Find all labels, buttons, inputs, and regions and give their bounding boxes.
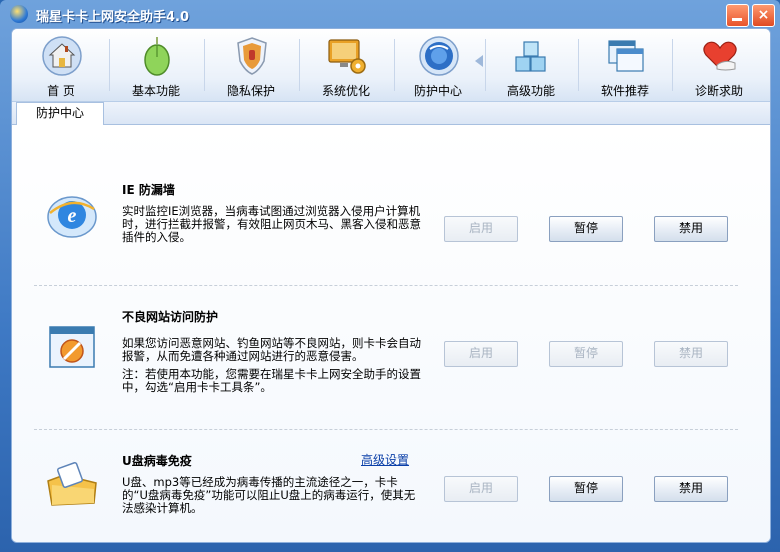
disable-button[interactable]: 禁用 (654, 216, 728, 242)
section-title: 不良网站访问防护 (122, 310, 219, 324)
toolbar-label: 首 页 (47, 84, 75, 98)
toolbar-label: 高级功能 (506, 84, 555, 98)
section-divider (34, 429, 738, 430)
mouse-icon (144, 37, 170, 76)
toolbar-item-privacy[interactable]: 隐私保护 (208, 33, 294, 99)
pause-button[interactable]: 暂停 (549, 341, 623, 367)
tab-bar: 防护中心 (12, 102, 770, 125)
toolbar-label: 隐私保护 (226, 84, 275, 98)
close-button[interactable]: × (752, 4, 775, 27)
active-pointer-icon (475, 55, 483, 67)
section-title: U盘病毒免疫 (122, 454, 192, 468)
toolbar-divider (204, 39, 205, 91)
globe-icon (419, 36, 459, 76)
section-description: 如果您访问恶意网站、钓鱼网站等不良网站，则卡卡会自动报警，从而免遭各种通过网站进… (122, 336, 421, 363)
minimize-button[interactable] (726, 4, 749, 27)
section-description: U盘、mp3等已经成为病毒传播的主流途径之一，卡卡的“U盘病毒免疫”功能可以阻止… (122, 475, 416, 515)
enable-button[interactable]: 启用 (444, 476, 518, 502)
usb-folder-icon (47, 461, 97, 506)
windows-icon (608, 40, 644, 72)
ie-globe-icon: e (47, 196, 97, 238)
disable-button[interactable]: 禁用 (654, 341, 728, 367)
toolbar-divider (672, 39, 673, 91)
toolbar-divider (109, 39, 110, 91)
tab-protection-center[interactable]: 防护中心 (16, 102, 104, 125)
enable-button[interactable]: 启用 (444, 216, 518, 242)
enable-button[interactable]: 启用 (444, 341, 518, 367)
cubes-icon (515, 41, 546, 72)
disable-button[interactable]: 禁用 (654, 476, 728, 502)
title-bar[interactable]: 瑞星卡卡上网安全助手4.0 × (0, 0, 780, 28)
monitor-gear-icon (328, 39, 366, 74)
toolbar-item-optimize[interactable]: 系统优化 (303, 33, 389, 99)
toolbar-item-basic[interactable]: 基本功能 (113, 33, 199, 99)
toolbar-divider (299, 39, 300, 91)
toolbar-label: 软件推荐 (600, 84, 649, 98)
toolbar-label: 诊断求助 (694, 84, 743, 98)
app-window: 瑞星卡卡上网安全助手4.0 × 首 页 基本功能 隐私保护 系统优化 防护中心 … (0, 0, 780, 552)
toolbar-label: 防护中心 (413, 84, 462, 98)
toolbar-label: 系统优化 (321, 84, 370, 98)
toolbar-item-home[interactable]: 首 页 (18, 33, 104, 99)
toolbar-item-protection[interactable]: 防护中心 (395, 33, 481, 99)
main-toolbar: 首 页 基本功能 隐私保护 系统优化 防护中心 高级功能 软件推荐 诊断求助 (12, 29, 770, 102)
app-logo-icon (10, 5, 28, 23)
toolbar-item-help[interactable]: 诊断求助 (676, 33, 762, 99)
svg-text:e: e (68, 205, 77, 227)
blocked-site-icon (49, 326, 95, 368)
advanced-settings-link[interactable]: 高级设置 (361, 451, 409, 468)
heart-hands-icon (703, 41, 737, 71)
home-icon (42, 36, 82, 76)
toolbar-divider (485, 39, 486, 91)
toolbar-item-software[interactable]: 软件推荐 (582, 33, 668, 99)
pause-button[interactable]: 暂停 (549, 216, 623, 242)
client-area: 首 页 基本功能 隐私保护 系统优化 防护中心 高级功能 软件推荐 诊断求助 防… (11, 28, 771, 543)
section-title: IE 防漏墙 (122, 183, 175, 197)
toolbar-divider (578, 39, 579, 91)
toolbar-item-advanced[interactable]: 高级功能 (488, 33, 574, 99)
pause-button[interactable]: 暂停 (549, 476, 623, 502)
section-note: 注：若使用本功能，您需要在瑞星卡卡上网安全助手的设置中，勾选“启用卡卡工具条”。 (122, 367, 421, 394)
section-description: 实时监控IE浏览器，当病毒试图通过浏览器入侵用户计算机时，进行拦截并报警，有效阻… (122, 204, 421, 244)
content-panel: e IE 防漏墙 实时监控IE浏览器，当病毒试图通过浏览器入侵用户计算机时，进行… (12, 125, 770, 542)
toolbar-label: 基本功能 (131, 84, 180, 98)
section-divider (34, 285, 738, 286)
window-title: 瑞星卡卡上网安全助手4.0 (36, 10, 190, 25)
shield-icon (237, 37, 267, 75)
